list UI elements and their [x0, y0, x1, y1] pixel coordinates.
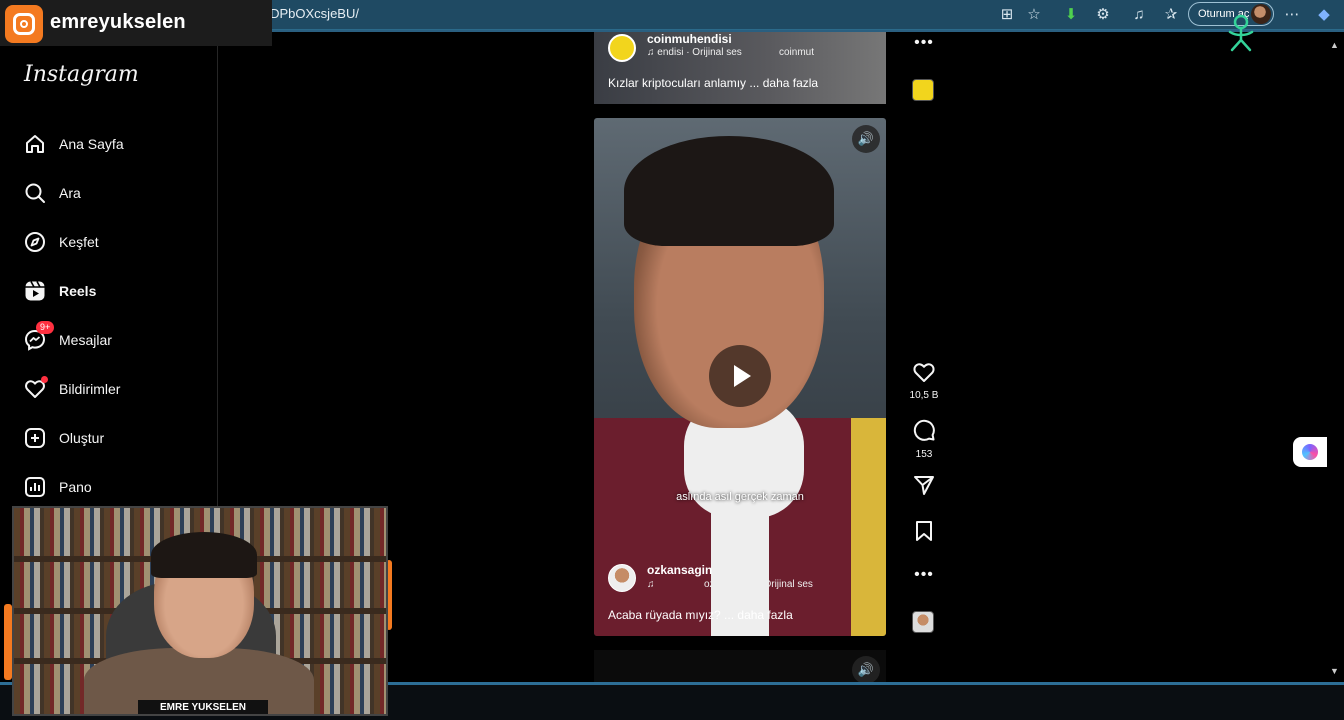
reel-audio-marquee: coinmut — [779, 47, 815, 58]
avatar[interactable] — [608, 564, 636, 592]
reel-card-current[interactable]: 🔊 aslında asıl gerçek zaman ozkansagin ♫… — [594, 118, 886, 636]
nav-label-reels: Reels — [59, 283, 97, 299]
reel-actions-previous: ••• — [900, 34, 948, 52]
reel-card-next[interactable]: 🔊 — [594, 650, 886, 684]
nav-item-dashboard[interactable]: Pano — [24, 472, 214, 502]
reel-caption[interactable]: Kızlar kriptocuları anlamıy ... daha faz… — [608, 76, 818, 90]
more-options-icon[interactable]: ••• — [900, 34, 948, 52]
like-button[interactable]: 10,5 B — [900, 361, 948, 401]
share-paper-plane-icon — [914, 476, 934, 495]
stream-figure-icon — [1226, 14, 1256, 52]
extensions-icon[interactable]: ⚙ — [1092, 4, 1114, 26]
reel-username[interactable]: ozkansagin — [647, 563, 712, 577]
more-options-button[interactable]: ••• — [900, 566, 948, 584]
comment-button[interactable]: 153 — [900, 418, 948, 460]
more-menu-icon[interactable]: ⋯ — [1281, 4, 1303, 26]
address-bar-url[interactable]: s/DPbOXcsjeBU/ — [260, 6, 359, 21]
nav-label-search: Ara — [59, 185, 81, 201]
instagram-wordmark[interactable]: Instagram — [24, 62, 139, 87]
save-button[interactable] — [900, 520, 948, 547]
scroll-up-arrow-icon[interactable]: ▲ — [1330, 40, 1339, 50]
mute-button[interactable]: 🔊 — [852, 656, 880, 684]
reel-audio-text: endisi · Orijinal ses — [657, 47, 742, 58]
app-grid-icon[interactable]: ⊞ — [996, 4, 1018, 26]
music-note-icon: ♫ — [647, 579, 655, 590]
search-icon — [24, 182, 46, 204]
messenger-icon: 9+ — [24, 321, 55, 351]
share-button[interactable] — [900, 474, 948, 501]
nav-item-notifications[interactable]: Bildirimler — [24, 374, 214, 404]
reel-username[interactable]: coinmuhendisi — [647, 32, 732, 46]
reels-icon — [24, 280, 46, 302]
nav-label-explore: Keşfet — [59, 234, 99, 250]
scroll-down-arrow-icon[interactable]: ▼ — [1330, 666, 1339, 676]
performance-icon[interactable]: ♫ — [1128, 4, 1150, 26]
reel-card-previous[interactable]: coinmuhendisi ♫ endisi · Orijinal ses co… — [594, 32, 886, 104]
more-options-icon: ••• — [914, 566, 934, 583]
nav-item-home[interactable]: Ana Sayfa — [24, 129, 214, 159]
plus-square-icon — [24, 427, 46, 449]
webcam-overlay: EMRE YUKSELEN — [12, 506, 388, 716]
nav-item-search[interactable]: Ara — [24, 178, 214, 208]
stream-channel-badge: emreyukselen — [0, 0, 272, 46]
floating-assistant-button[interactable] — [1293, 437, 1327, 467]
nav-item-explore[interactable]: Keşfet — [24, 227, 214, 257]
favorites-icon[interactable]: ✰ — [1160, 4, 1182, 26]
reel-audio-label[interactable]: ♫ endisi · Orijinal ses — [647, 47, 742, 58]
like-count: 10,5 B — [909, 390, 939, 401]
messages-count-badge: 9+ — [36, 321, 55, 334]
reel-video-frame-hair — [624, 136, 834, 246]
reel-audio-label[interactable]: ozkansagin · Orijinal ses — [704, 579, 813, 590]
webcam-person-hair — [151, 532, 257, 578]
instagram-logo-icon — [5, 5, 43, 43]
play-button[interactable] — [709, 345, 771, 407]
dashboard-icon — [24, 476, 46, 498]
bookmark-icon — [916, 521, 932, 541]
compass-icon — [24, 231, 46, 253]
comment-count: 153 — [915, 449, 933, 460]
nav-label-messages: Mesajlar — [59, 332, 112, 348]
page-scrollbar[interactable] — [1327, 32, 1344, 682]
heart-icon — [24, 376, 48, 400]
nav-item-create[interactable]: Oluştur — [24, 423, 214, 453]
audio-thumbnail-previous[interactable] — [912, 79, 934, 101]
favorite-star-icon[interactable]: ☆ — [1023, 4, 1045, 26]
nav-item-reels[interactable]: Reels — [24, 276, 214, 306]
download-icon[interactable]: ⬇ — [1060, 4, 1082, 26]
nav-label-notifications: Bildirimler — [59, 381, 121, 397]
audio-thumbnail-current[interactable] — [912, 611, 934, 633]
nav-label-create: Oluştur — [59, 430, 105, 446]
nav-label-home: Ana Sayfa — [59, 136, 124, 152]
reel-caption[interactable]: Acaba rüyada mıyız? ... daha fazla — [608, 608, 793, 622]
screen: s/DPbOXcsjeBU/ ⊞ ☆ ⬇ ⚙ ♫ ✰ Oturum aç ⋯ ◆… — [0, 0, 1344, 720]
nav-item-messages[interactable]: 9+ Mesajlar — [24, 321, 214, 355]
video-subtitle: aslında asıl gerçek zaman — [676, 491, 804, 503]
stream-channel-name: emreyukselen — [50, 11, 186, 33]
home-icon — [24, 133, 46, 155]
notification-dot — [41, 376, 48, 383]
heart-outline-icon — [913, 363, 935, 382]
comment-icon — [913, 419, 935, 441]
nav-label-dashboard: Pano — [59, 479, 92, 495]
webcam-name-label: EMRE YUKSELEN — [138, 700, 268, 714]
avatar[interactable] — [608, 34, 636, 62]
mute-button[interactable]: 🔊 — [852, 125, 880, 153]
copilot-icon[interactable]: ◆ — [1313, 4, 1335, 26]
webcam-accent-left — [4, 604, 12, 680]
